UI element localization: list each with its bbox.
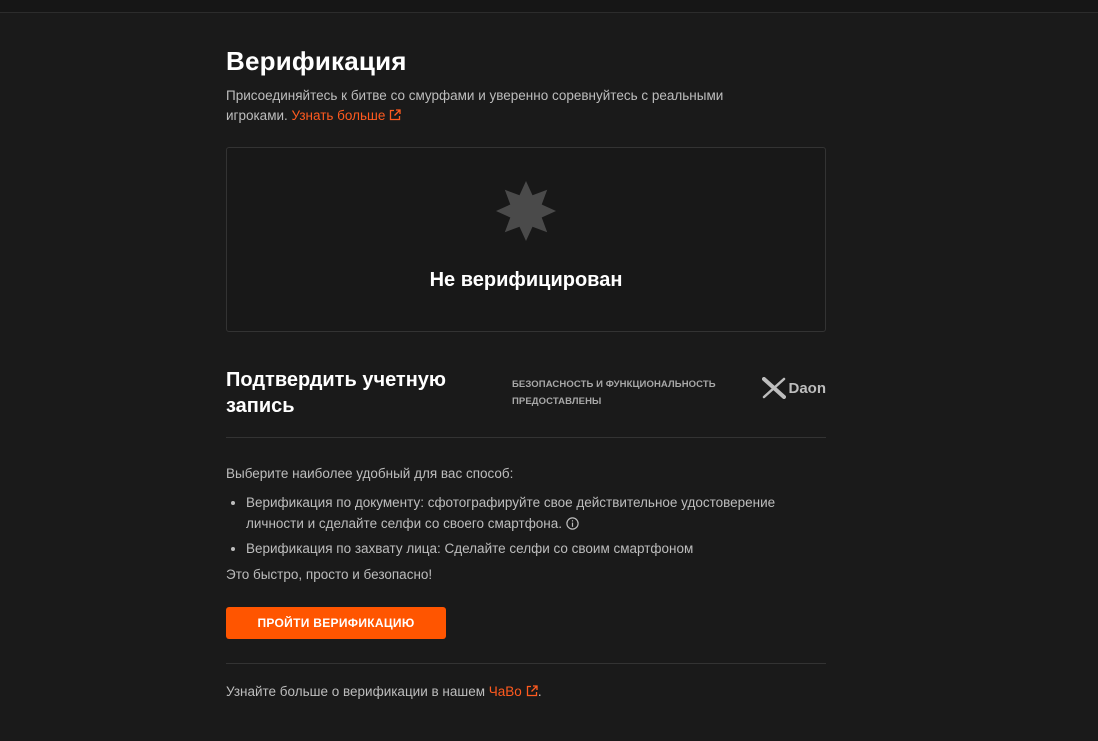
status-label: Не верифицирован: [429, 269, 623, 291]
confirm-account-header: Подтвердить учетную запись Безопасность …: [226, 367, 826, 437]
methods-outro: Это быстро, просто и безопасно!: [226, 567, 433, 582]
bottom-divider: [226, 663, 826, 664]
learn-more-link[interactable]: Узнать больше: [292, 108, 402, 123]
provider-caption: Безопасность и функциональность предоста…: [512, 379, 716, 407]
page-title: Верификация: [226, 46, 407, 76]
daon-logo: Daon: [761, 377, 827, 399]
daon-logo-text: Daon: [788, 379, 827, 397]
faq-prefix: Узнайте больше о верификации в нашем: [226, 684, 486, 699]
method-document-text: Верификация по документу: сфотографируйт…: [246, 495, 776, 531]
page-subtitle: Присоединяйтесь к битве со смурфами и ув…: [226, 86, 786, 126]
verification-status-card: Не верифицирован: [226, 147, 826, 332]
learn-more-label: Узнать больше: [291, 108, 386, 123]
external-link-icon: [526, 685, 538, 697]
list-item: Верификация по документу: сфотографируйт…: [246, 492, 826, 534]
list-item: Верификация по захвату лица: Сделайте се…: [246, 538, 826, 559]
start-verification-button[interactable]: Пройти верификацию: [226, 607, 446, 639]
daon-logo-icon: [761, 377, 786, 399]
faq-link[interactable]: ЧаВо: [489, 684, 538, 699]
faq-note: Узнайте больше о верификации в нашем ЧаВ…: [226, 682, 826, 702]
faq-suffix: .: [537, 684, 542, 699]
confirm-account-title: Подтвердить учетную запись: [226, 369, 446, 417]
verification-section: Верификация Присоединяйтесь к битве со с…: [226, 44, 826, 702]
top-bar: [0, 0, 1098, 13]
info-icon[interactable]: [566, 517, 579, 530]
methods-list: Верификация по документу: сфотографируйт…: [226, 492, 826, 559]
methods-intro: Выберите наиболее удобный для вас способ…: [226, 466, 514, 481]
section-divider: [226, 437, 826, 438]
external-link-icon: [390, 109, 402, 121]
faq-link-label: ЧаВо: [488, 684, 522, 699]
method-face-text: Верификация по захвату лица: Сделайте се…: [246, 541, 694, 556]
unverified-badge-icon: [496, 181, 556, 241]
